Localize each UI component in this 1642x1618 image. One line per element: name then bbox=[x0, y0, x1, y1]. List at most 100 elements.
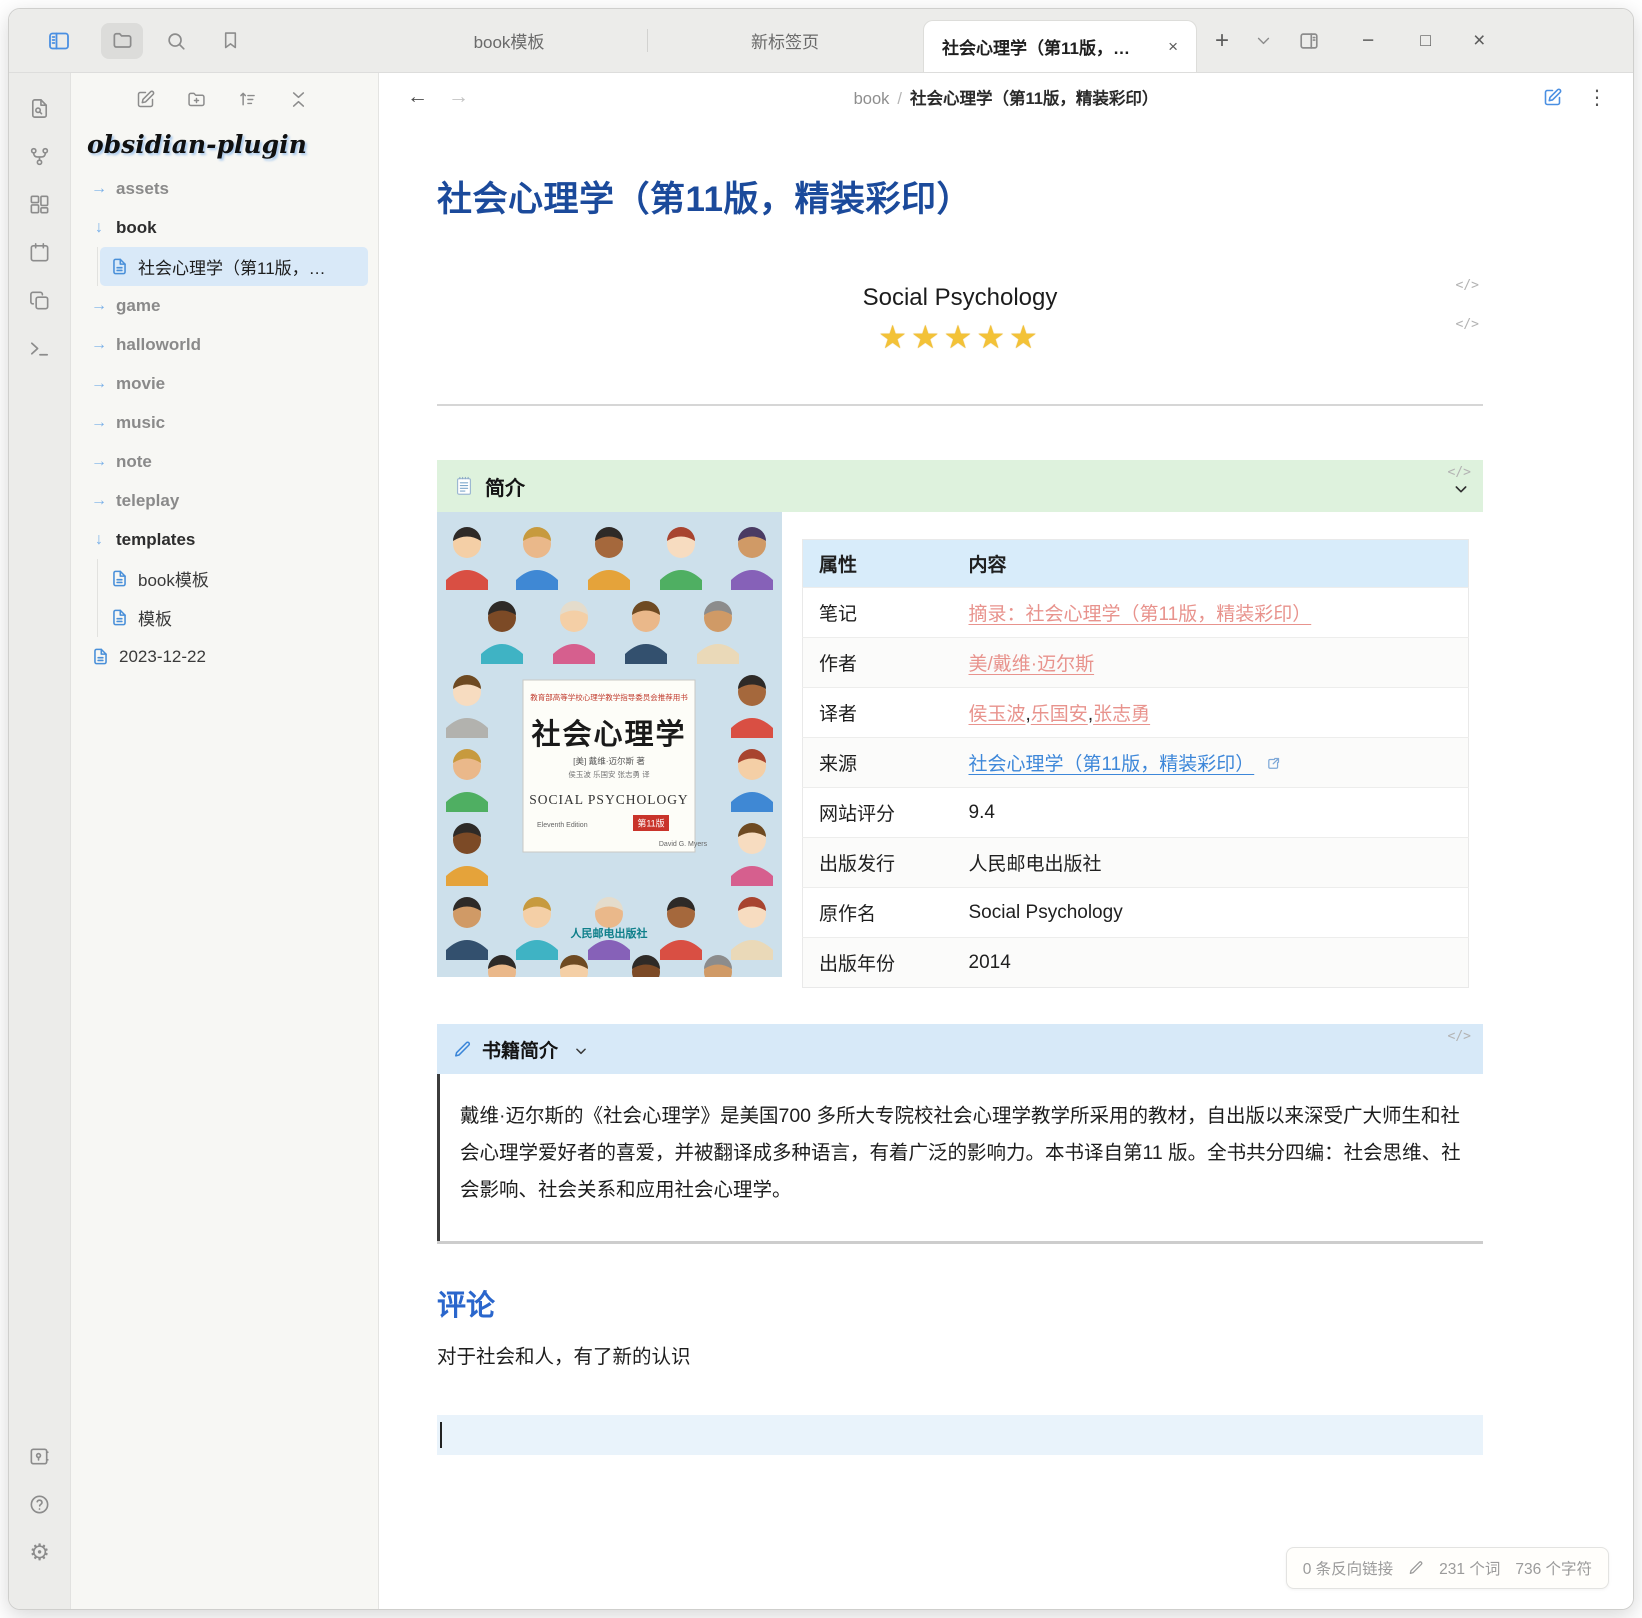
notepad-icon bbox=[453, 475, 475, 497]
translator-link[interactable]: 乐国安 bbox=[1031, 704, 1088, 725]
breadcrumb-parent[interactable]: book bbox=[854, 90, 890, 108]
sidebar-toggle-icon[interactable] bbox=[47, 29, 71, 53]
document-icon bbox=[110, 257, 129, 276]
folder-templates[interactable]: ↓ templates bbox=[75, 520, 368, 559]
code-block-icon[interactable]: </> bbox=[1448, 1029, 1471, 1044]
new-note-icon[interactable] bbox=[135, 89, 156, 110]
folder-book[interactable]: ↓ book bbox=[75, 208, 368, 247]
word-count[interactable]: 231 个词 bbox=[1439, 1557, 1500, 1579]
split-pane-icon[interactable] bbox=[1298, 30, 1320, 52]
svg-text:SOCIAL PSYCHOLOGY: SOCIAL PSYCHOLOGY bbox=[529, 792, 688, 807]
status-bar: 0 条反向链接 231 个词 736 个字符 bbox=[1286, 1547, 1609, 1589]
window-minimize-icon[interactable]: − bbox=[1362, 29, 1374, 53]
table-row: 译者 侯玉波,乐国安,张志勇 bbox=[803, 688, 1469, 738]
quick-switcher-icon[interactable] bbox=[28, 97, 51, 120]
tab-list-chevron-icon[interactable] bbox=[1255, 32, 1272, 49]
settings-gear-icon[interactable]: ⚙ bbox=[29, 1541, 50, 1564]
book-cover-image[interactable]: 教育部高等学校心理学教学指导委员会推荐用书 社会心理学 [美] 戴维·迈尔斯 著… bbox=[437, 512, 782, 977]
folder-halloworld[interactable]: → halloworld bbox=[75, 325, 368, 364]
note-title: 社会心理学（第11版，精装彩印） bbox=[437, 171, 1483, 222]
collapsed-arrow-icon: → bbox=[91, 375, 107, 393]
folder-movie[interactable]: → movie bbox=[75, 364, 368, 403]
search-tab-button[interactable] bbox=[155, 23, 197, 59]
breadcrumb: book/社会心理学（第11版，精装彩印） bbox=[854, 85, 1159, 109]
more-options-icon[interactable]: ⋮ bbox=[1587, 85, 1607, 110]
description-title: 书籍简介 bbox=[482, 1036, 558, 1063]
vault-title[interactable]: obsidian-plugin bbox=[87, 130, 372, 159]
titlebar-controls: + − □ × bbox=[1197, 9, 1521, 72]
window-close-icon[interactable]: × bbox=[1473, 29, 1485, 53]
tab-close-icon[interactable]: × bbox=[1164, 35, 1182, 59]
explorer-actions bbox=[71, 85, 372, 120]
pencil-icon bbox=[453, 1040, 472, 1059]
tab-active-note[interactable]: 社会心理学（第11版，… × bbox=[923, 20, 1197, 72]
sort-icon[interactable] bbox=[237, 89, 258, 110]
window-maximize-icon[interactable]: □ bbox=[1420, 30, 1431, 51]
canvas-icon[interactable] bbox=[28, 193, 51, 216]
properties-table-wrap: 属性 内容 笔记 摘录：社会心理学（第11版，精装彩印） 作者 bbox=[802, 539, 1469, 988]
tab-new[interactable]: 新标签页 bbox=[647, 9, 923, 72]
table-row: 原作名 Social Psychology bbox=[803, 888, 1469, 938]
code-block-icon[interactable]: </> bbox=[1448, 465, 1471, 480]
note-link[interactable]: 摘录：社会心理学（第11版，精装彩印） bbox=[969, 604, 1312, 625]
folder-assets[interactable]: → assets bbox=[75, 169, 368, 208]
help-icon[interactable] bbox=[28, 1493, 51, 1516]
app-window: book模板 新标签页 社会心理学（第11版，… × + − □ × bbox=[8, 8, 1634, 1610]
new-tab-icon[interactable]: + bbox=[1215, 27, 1229, 55]
collapse-chevron-icon[interactable] bbox=[1453, 481, 1469, 497]
source-external-link[interactable]: 社会心理学（第11版，精装彩印） bbox=[969, 754, 1255, 775]
intro-header[interactable]: 简介 </> bbox=[437, 460, 1483, 512]
folder-note[interactable]: → note bbox=[75, 442, 368, 481]
intro-title: 简介 bbox=[485, 472, 525, 501]
file-social-psychology[interactable]: 社会心理学（第11版，… bbox=[100, 247, 368, 286]
tab-book-template[interactable]: book模板 bbox=[371, 9, 647, 72]
file-book-template[interactable]: book模板 bbox=[100, 559, 368, 598]
comment-text: 对于社会和人，有了新的认识 bbox=[437, 1340, 1483, 1369]
code-block-icon[interactable]: </> bbox=[1456, 278, 1479, 293]
collapse-all-icon[interactable] bbox=[288, 89, 309, 110]
edit-mode-icon[interactable] bbox=[1542, 87, 1563, 108]
tab-label: 社会心理学（第11版，… bbox=[942, 34, 1130, 59]
col-header-key: 属性 bbox=[803, 540, 953, 588]
new-folder-icon[interactable] bbox=[186, 89, 207, 110]
editor-active-line[interactable] bbox=[437, 1415, 1483, 1455]
back-arrow-icon[interactable]: ← bbox=[407, 85, 428, 109]
description-text: 戴维·迈尔斯的《社会心理学》是美国700 多所大专院校社会心理学教学所采用的教材… bbox=[437, 1074, 1483, 1241]
svg-text:人民邮电出版社: 人民邮电出版社 bbox=[571, 926, 648, 940]
files-tab-button[interactable] bbox=[101, 23, 143, 59]
table-row: 出版年份 2014 bbox=[803, 938, 1469, 988]
folder-teleplay[interactable]: → teleplay bbox=[75, 481, 368, 520]
terminal-icon[interactable] bbox=[28, 337, 51, 360]
author-link[interactable]: 美/戴维·迈尔斯 bbox=[969, 654, 1095, 675]
translator-link[interactable]: 张志勇 bbox=[1093, 704, 1150, 725]
titlebar: book模板 新标签页 社会心理学（第11版，… × + − □ × bbox=[9, 9, 1633, 73]
folder-music[interactable]: → music bbox=[75, 403, 368, 442]
collapse-chevron-icon[interactable] bbox=[574, 1044, 588, 1058]
file-template[interactable]: 模板 bbox=[100, 598, 368, 637]
intro-header-controls: </> bbox=[1448, 465, 1471, 497]
file-explorer: obsidian-plugin → assets ↓ book 社会心理学（第1… bbox=[71, 73, 379, 1609]
char-count[interactable]: 736 个字符 bbox=[1515, 1557, 1592, 1579]
backlinks-count[interactable]: 0 条反向链接 bbox=[1303, 1557, 1393, 1579]
external-link-icon[interactable] bbox=[1266, 756, 1281, 771]
table-header-row: 属性 内容 bbox=[803, 540, 1469, 588]
graph-view-icon[interactable] bbox=[28, 145, 51, 168]
description-header[interactable]: 书籍简介 </> bbox=[437, 1024, 1483, 1074]
text-cursor bbox=[440, 1422, 442, 1448]
bookmark-icon bbox=[220, 30, 241, 51]
document-icon bbox=[110, 569, 129, 588]
editor-body: 社会心理学（第11版，精装彩印） Social Psychology ★★★★★… bbox=[379, 121, 1633, 1609]
table-row: 笔记 摘录：社会心理学（第11版，精装彩印） bbox=[803, 588, 1469, 638]
vault-switcher-icon[interactable] bbox=[28, 1445, 51, 1468]
translator-link[interactable]: 侯玉波 bbox=[969, 704, 1026, 725]
templates-copy-icon[interactable] bbox=[28, 289, 51, 312]
left-ribbon: ⚙ bbox=[9, 73, 71, 1609]
file-daily-note[interactable]: 2023-12-22 bbox=[75, 637, 368, 676]
folder-game[interactable]: → game bbox=[75, 286, 368, 325]
bookmarks-tab-button[interactable] bbox=[209, 23, 251, 59]
daily-note-calendar-icon[interactable] bbox=[28, 241, 51, 264]
forward-arrow-icon[interactable]: → bbox=[448, 85, 469, 109]
code-block-icon[interactable]: </> bbox=[1456, 317, 1479, 332]
document-icon bbox=[110, 608, 129, 627]
collapsed-arrow-icon: → bbox=[91, 453, 107, 471]
